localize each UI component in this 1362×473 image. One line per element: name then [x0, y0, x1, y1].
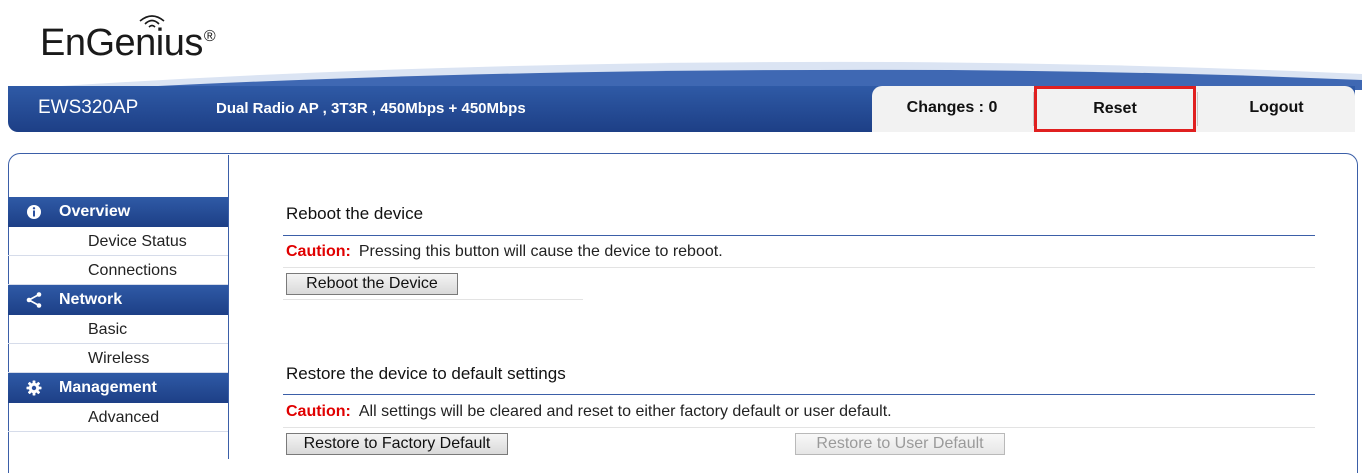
sidebar-item-basic[interactable]: Basic — [8, 315, 228, 344]
top-bar: EWS320AP Dual Radio AP , 3T3R , 450Mbps … — [8, 86, 1355, 132]
section-rule — [283, 394, 1315, 395]
sidebar-item-device-status[interactable]: Device Status — [8, 227, 228, 256]
sidebar-item-advanced[interactable]: Advanced — [8, 403, 228, 432]
reboot-device-button[interactable]: Reboot the Device — [286, 273, 458, 295]
reboot-caution: Caution: Pressing this button will cause … — [286, 243, 723, 261]
gear-icon — [26, 380, 42, 396]
sidebar: Overview Device Status Connections Netwo… — [8, 197, 228, 432]
caution-label: Caution: — [286, 243, 351, 260]
reset-button[interactable]: Reset — [1034, 86, 1196, 132]
sidebar-section-overview[interactable]: Overview — [8, 197, 228, 227]
sidebar-section-network[interactable]: Network — [8, 285, 228, 315]
logout-button[interactable]: Logout — [1198, 86, 1355, 132]
wifi-logo-icon — [139, 15, 165, 28]
restore-user-default-button[interactable]: Restore to User Default — [795, 433, 1005, 455]
row-divider — [283, 267, 1315, 268]
row-divider — [283, 427, 1315, 428]
info-icon — [27, 205, 41, 219]
header: EnGenius® EWS320AP Dual Radio AP , 3T3R … — [0, 0, 1362, 150]
header-tabs: Changes : 0 Reset Logout — [872, 86, 1355, 132]
device-subtitle: Dual Radio AP , 3T3R , 450Mbps + 450Mbps — [216, 100, 526, 117]
sidebar-item-connections[interactable]: Connections — [8, 256, 228, 285]
sidebar-item-wireless[interactable]: Wireless — [8, 344, 228, 373]
restore-section-title: Restore the device to default settings — [286, 364, 566, 383]
sidebar-section-label: Network — [59, 291, 123, 308]
changes-button[interactable]: Changes : 0 — [872, 86, 1032, 132]
sidebar-section-label: Management — [59, 379, 157, 396]
model-name: EWS320AP — [38, 97, 139, 118]
share-icon — [26, 292, 42, 308]
sidebar-section-label: Overview — [59, 203, 131, 220]
logo-registered-mark: ® — [203, 28, 216, 46]
caution-text: All settings will be cleared and reset t… — [358, 403, 892, 420]
caution-label: Caution: — [286, 403, 351, 420]
section-rule — [283, 235, 1315, 236]
sidebar-divider — [228, 155, 229, 459]
restore-caution: Caution: All settings will be cleared and… — [286, 403, 892, 421]
header-swoosh — [30, 61, 1362, 90]
sidebar-section-management[interactable]: Management — [8, 373, 228, 403]
caution-text: Pressing this button will cause the devi… — [358, 243, 723, 260]
row-divider — [283, 299, 583, 300]
reboot-section-title: Reboot the device — [286, 204, 424, 223]
restore-factory-default-button[interactable]: Restore to Factory Default — [286, 433, 508, 455]
